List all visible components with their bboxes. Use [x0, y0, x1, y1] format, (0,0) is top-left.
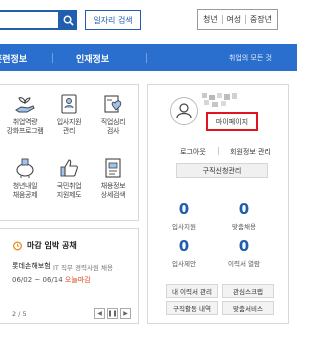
chevron-right-icon: ▶ — [123, 310, 128, 317]
filter-women[interactable]: 여성 — [226, 14, 241, 25]
nav-training-info[interactable]: 훈련정보 — [0, 52, 27, 65]
nav-talent-info[interactable]: 인재정보 — [76, 52, 109, 65]
checklist-heart-icon — [104, 95, 122, 113]
pause-icon: ❚❚ — [107, 310, 118, 317]
deadline-page-indicator: 2 / 5 — [12, 310, 27, 318]
document-search-icon — [105, 158, 121, 178]
stat-applications[interactable]: 0 입사지원 — [159, 201, 209, 231]
deadline-job-title[interactable]: IT 직무 경력사원 채용 — [53, 262, 113, 272]
id-card-icon — [61, 94, 77, 114]
user-icon — [176, 103, 192, 119]
next-button[interactable]: ▶ — [120, 308, 131, 319]
hand-sprout-icon — [15, 97, 35, 113]
service-application-management[interactable]: 입사지원 관리 — [47, 93, 91, 136]
masked-username — [202, 93, 237, 107]
thumbs-up-icon — [60, 159, 78, 177]
chevron-left-icon: ◀ — [97, 310, 102, 317]
stat-offers[interactable]: 0 입사제안 — [159, 238, 209, 268]
service-label: 입사지원 관리 — [56, 118, 82, 135]
user-panel: 마이페이지 로그아웃 회원정보 관리 구직신청관리 0 입사지원 0 맞춤채용 … — [147, 84, 289, 324]
filter-youth[interactable]: 청년 — [203, 14, 218, 25]
service-grid: 취업역량 강화프로그램 입사지원 관리 직업심리 검사 청년내일 채움공제 국민취업 지원… — [0, 84, 139, 221]
audience-filter-group: 청년 여성 중장년 — [197, 9, 278, 30]
service-detailed-search[interactable]: 채용정보 상세검색 — [91, 157, 135, 200]
job-application-management-button[interactable]: 구직신청관리 — [176, 163, 268, 178]
piggy-bank-icon — [16, 158, 34, 178]
avatar — [170, 97, 198, 125]
prev-button[interactable]: ◀ — [94, 308, 105, 319]
filter-divider — [245, 15, 247, 24]
service-national-employment[interactable]: 국민취업 지원제도 — [47, 157, 91, 200]
service-label: 채용정보 상세검색 — [100, 182, 126, 199]
nav-divider — [52, 53, 53, 63]
account-divider — [218, 147, 219, 155]
stat-custom-recruitment[interactable]: 0 맞춤채용 — [219, 201, 269, 231]
search-icon — [63, 15, 74, 26]
member-info-button[interactable]: 회원정보 관리 — [230, 147, 271, 157]
service-youth-savings[interactable]: 청년내일 채움공제 — [3, 157, 47, 200]
alarm-clock-icon — [13, 241, 22, 251]
scrap-button[interactable]: 관심스크랩 — [222, 284, 274, 298]
nav-divider — [146, 53, 147, 63]
filter-middle-aged[interactable]: 중장년 — [250, 14, 272, 25]
mypage-button[interactable]: 마이페이지 — [206, 112, 258, 131]
main-nav-bar: 훈련정보 인재정보 취업의 모든 것 — [0, 44, 297, 71]
pause-button[interactable]: ❚❚ — [107, 308, 118, 319]
service-label: 취업역량 강화프로그램 — [6, 118, 44, 135]
stat-resume-views[interactable]: 0 이력서 열람 — [219, 238, 269, 268]
deadline-period: 06/02 ~ 06/14 오늘마감 — [12, 276, 91, 284]
job-search-button[interactable]: 일자리 검색 — [85, 10, 141, 30]
filter-divider — [221, 15, 223, 24]
deadline-panel: 마감 임박 공채 롯데손해보험 IT 직무 경력사원 채용 06/02 ~ 06… — [0, 228, 139, 324]
service-employability-program[interactable]: 취업역량 강화프로그램 — [3, 93, 47, 136]
nav-all-about-jobs[interactable]: 취업의 모든 것 — [229, 53, 272, 63]
service-psychology-test[interactable]: 직업심리 검사 — [91, 93, 135, 136]
service-label: 국민취업 지원제도 — [56, 182, 82, 199]
search-button[interactable] — [59, 10, 77, 30]
deadline-company[interactable]: 롯데손해보험 — [12, 261, 51, 271]
custom-service-button[interactable]: 맞춤서비스 — [222, 301, 274, 315]
activity-history-button[interactable]: 구직활동 내역 — [166, 301, 218, 315]
service-label: 직업심리 검사 — [100, 118, 126, 135]
deadline-title: 마감 임박 공채 — [12, 240, 77, 251]
search-input[interactable] — [0, 10, 60, 30]
deadline-status: 오늘마감 — [64, 276, 91, 284]
my-resume-button[interactable]: 내 이력서 관리 — [166, 284, 218, 298]
logout-button[interactable]: 로그아웃 — [180, 147, 206, 157]
service-label: 청년내일 채움공제 — [12, 182, 38, 199]
